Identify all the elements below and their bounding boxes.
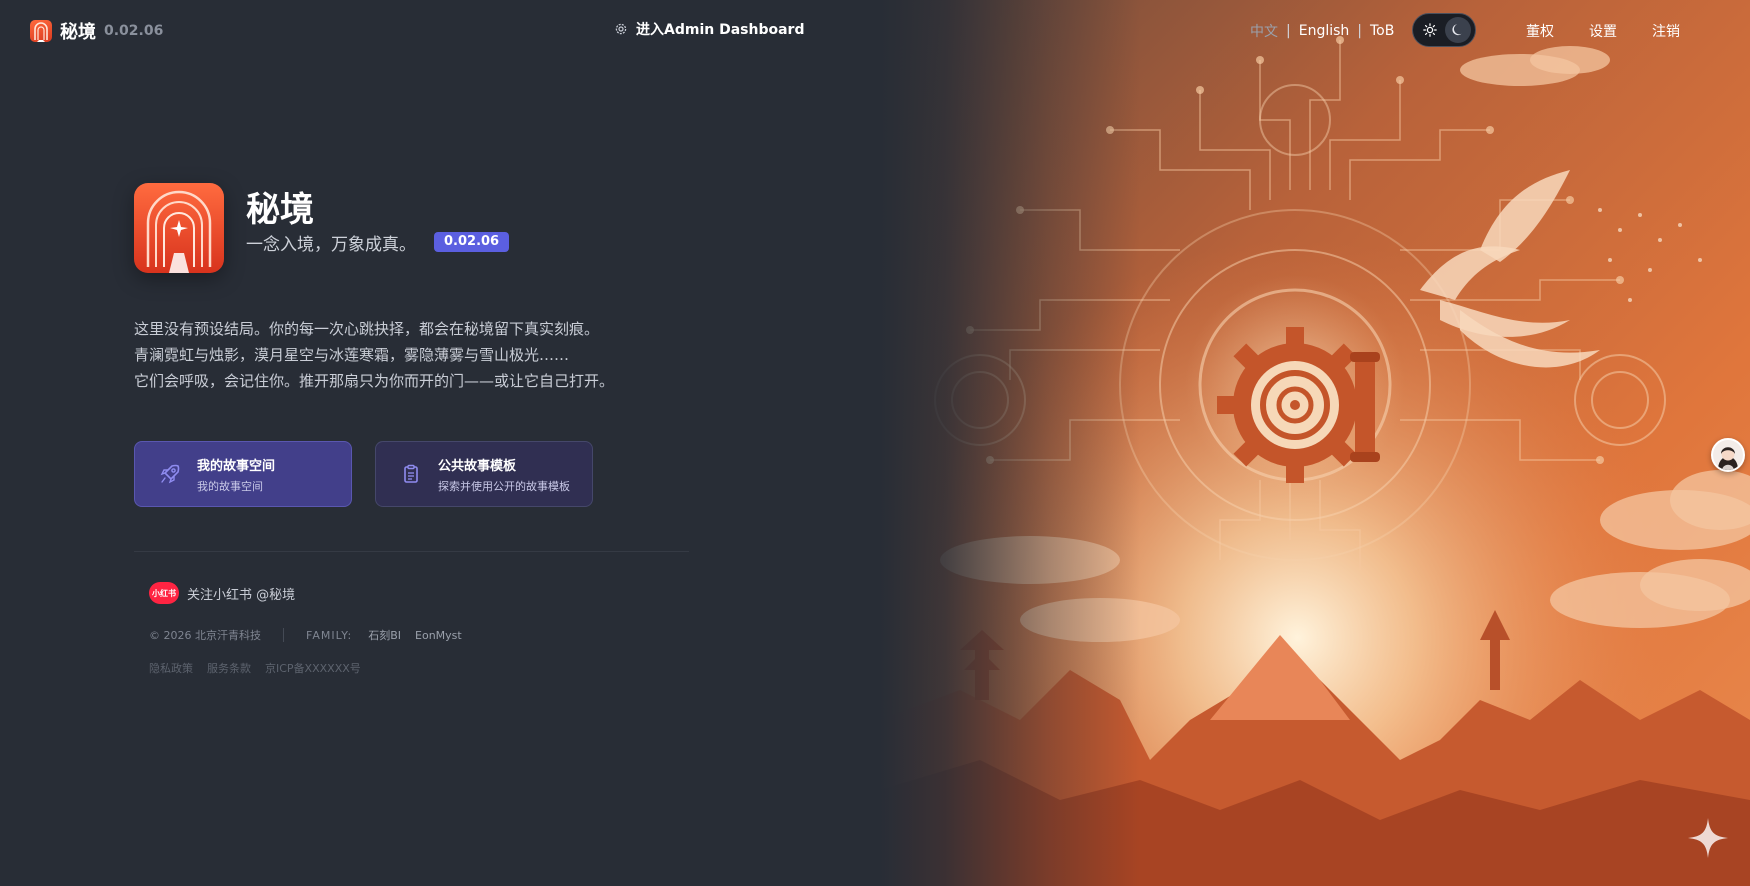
card-subtitle: 我的故事空间 <box>197 479 263 493</box>
clipboard-icon <box>398 461 424 487</box>
version-badge: 0.02.06 <box>434 232 510 252</box>
lang-zh[interactable]: 中文 <box>1250 21 1278 41</box>
moon-icon <box>1445 17 1471 43</box>
hero-artwork <box>880 0 1750 886</box>
sparkle-icon[interactable] <box>1686 816 1730 860</box>
hero-slogan: 一念入境，万象成真。 <box>246 235 416 255</box>
brand-name: 秘境 <box>60 22 96 43</box>
hero-description: 这里没有预设结局。你的每一次心跳抉择，都会在秘境留下真实刻痕。 青澜霓虹与烛影，… <box>134 316 614 394</box>
lang-en[interactable]: English <box>1299 23 1350 39</box>
admin-dashboard-link[interactable]: 进入Admin Dashboard <box>614 19 804 39</box>
card-title: 公共故事模板 <box>438 458 517 474</box>
rocket-icon <box>157 461 183 487</box>
footer-legal: 隐私政策 服务条款 京ICP备XXXXXX号 <box>149 660 361 676</box>
footer-info: © 2026 北京汗青科技 FAMILY: 石刻BI EonMyst <box>149 627 476 643</box>
family-link-shikebi[interactable]: 石刻BI <box>368 627 401 643</box>
lang-tob[interactable]: ToB <box>1370 23 1394 39</box>
gear-icon <box>615 23 627 35</box>
page-root: 秘境 0.02.06 进入Admin Dashboard 中文 | Englis… <box>0 0 1750 886</box>
brand-logo-icon <box>30 20 52 42</box>
card-subtitle: 探索并使用公开的故事模板 <box>438 479 570 493</box>
assistant-avatar[interactable] <box>1711 438 1745 472</box>
footer-separator <box>283 628 284 642</box>
admin-dashboard-label: 进入Admin Dashboard <box>636 22 805 38</box>
section-divider <box>134 551 689 552</box>
nav-auth[interactable]: 董权 <box>1526 21 1554 41</box>
icp-license-link[interactable]: 京ICP备XXXXXX号 <box>265 660 361 676</box>
lang-separator: | <box>1357 23 1362 39</box>
family-link-eonmyst[interactable]: EonMyst <box>415 629 462 642</box>
description-line: 青澜霓虹与烛影，漠月星空与冰莲寒霜，雾隐薄雾与雪山极光…… <box>134 346 570 364</box>
sun-icon <box>1417 17 1443 43</box>
copyright: © 2026 北京汗青科技 <box>149 629 261 642</box>
description-line: 它们会呼吸，会记住你。推开那扇只为你而开的门——或让它自己打开。 <box>134 372 615 390</box>
my-story-space-button[interactable]: 我的故事空间 我的故事空间 <box>134 441 352 507</box>
language-switcher: 中文 | English | ToB <box>1250 21 1394 41</box>
nav-settings[interactable]: 设置 <box>1589 21 1617 41</box>
privacy-policy-link[interactable]: 隐私政策 <box>149 660 193 676</box>
app-icon <box>134 183 224 273</box>
description-line: 这里没有预设结局。你的每一次心跳抉择，都会在秘境留下真实刻痕。 <box>134 320 600 338</box>
brand-version: 0.02.06 <box>104 23 164 39</box>
xiaohongshu-logo-icon: 小红书 <box>149 582 179 604</box>
theme-toggle[interactable] <box>1412 13 1476 47</box>
family-label: FAMILY: <box>306 628 353 642</box>
xiaohongshu-follow-label: 关注小红书 @秘境 <box>187 587 296 603</box>
top-bar: 秘境 0.02.06 进入Admin Dashboard 中文 | Englis… <box>0 0 1750 60</box>
xiaohongshu-follow-link[interactable]: 小红书 关注小红书 @秘境 <box>149 582 295 604</box>
public-templates-button[interactable]: 公共故事模板 探索并使用公开的故事模板 <box>375 441 593 507</box>
nav-logout[interactable]: 注销 <box>1652 21 1680 41</box>
terms-of-service-link[interactable]: 服务条款 <box>207 660 251 676</box>
lang-separator: | <box>1286 23 1291 39</box>
hero-title: 秘境 <box>246 190 314 230</box>
card-title: 我的故事空间 <box>197 458 276 474</box>
brand[interactable]: 秘境 0.02.06 <box>30 18 163 44</box>
